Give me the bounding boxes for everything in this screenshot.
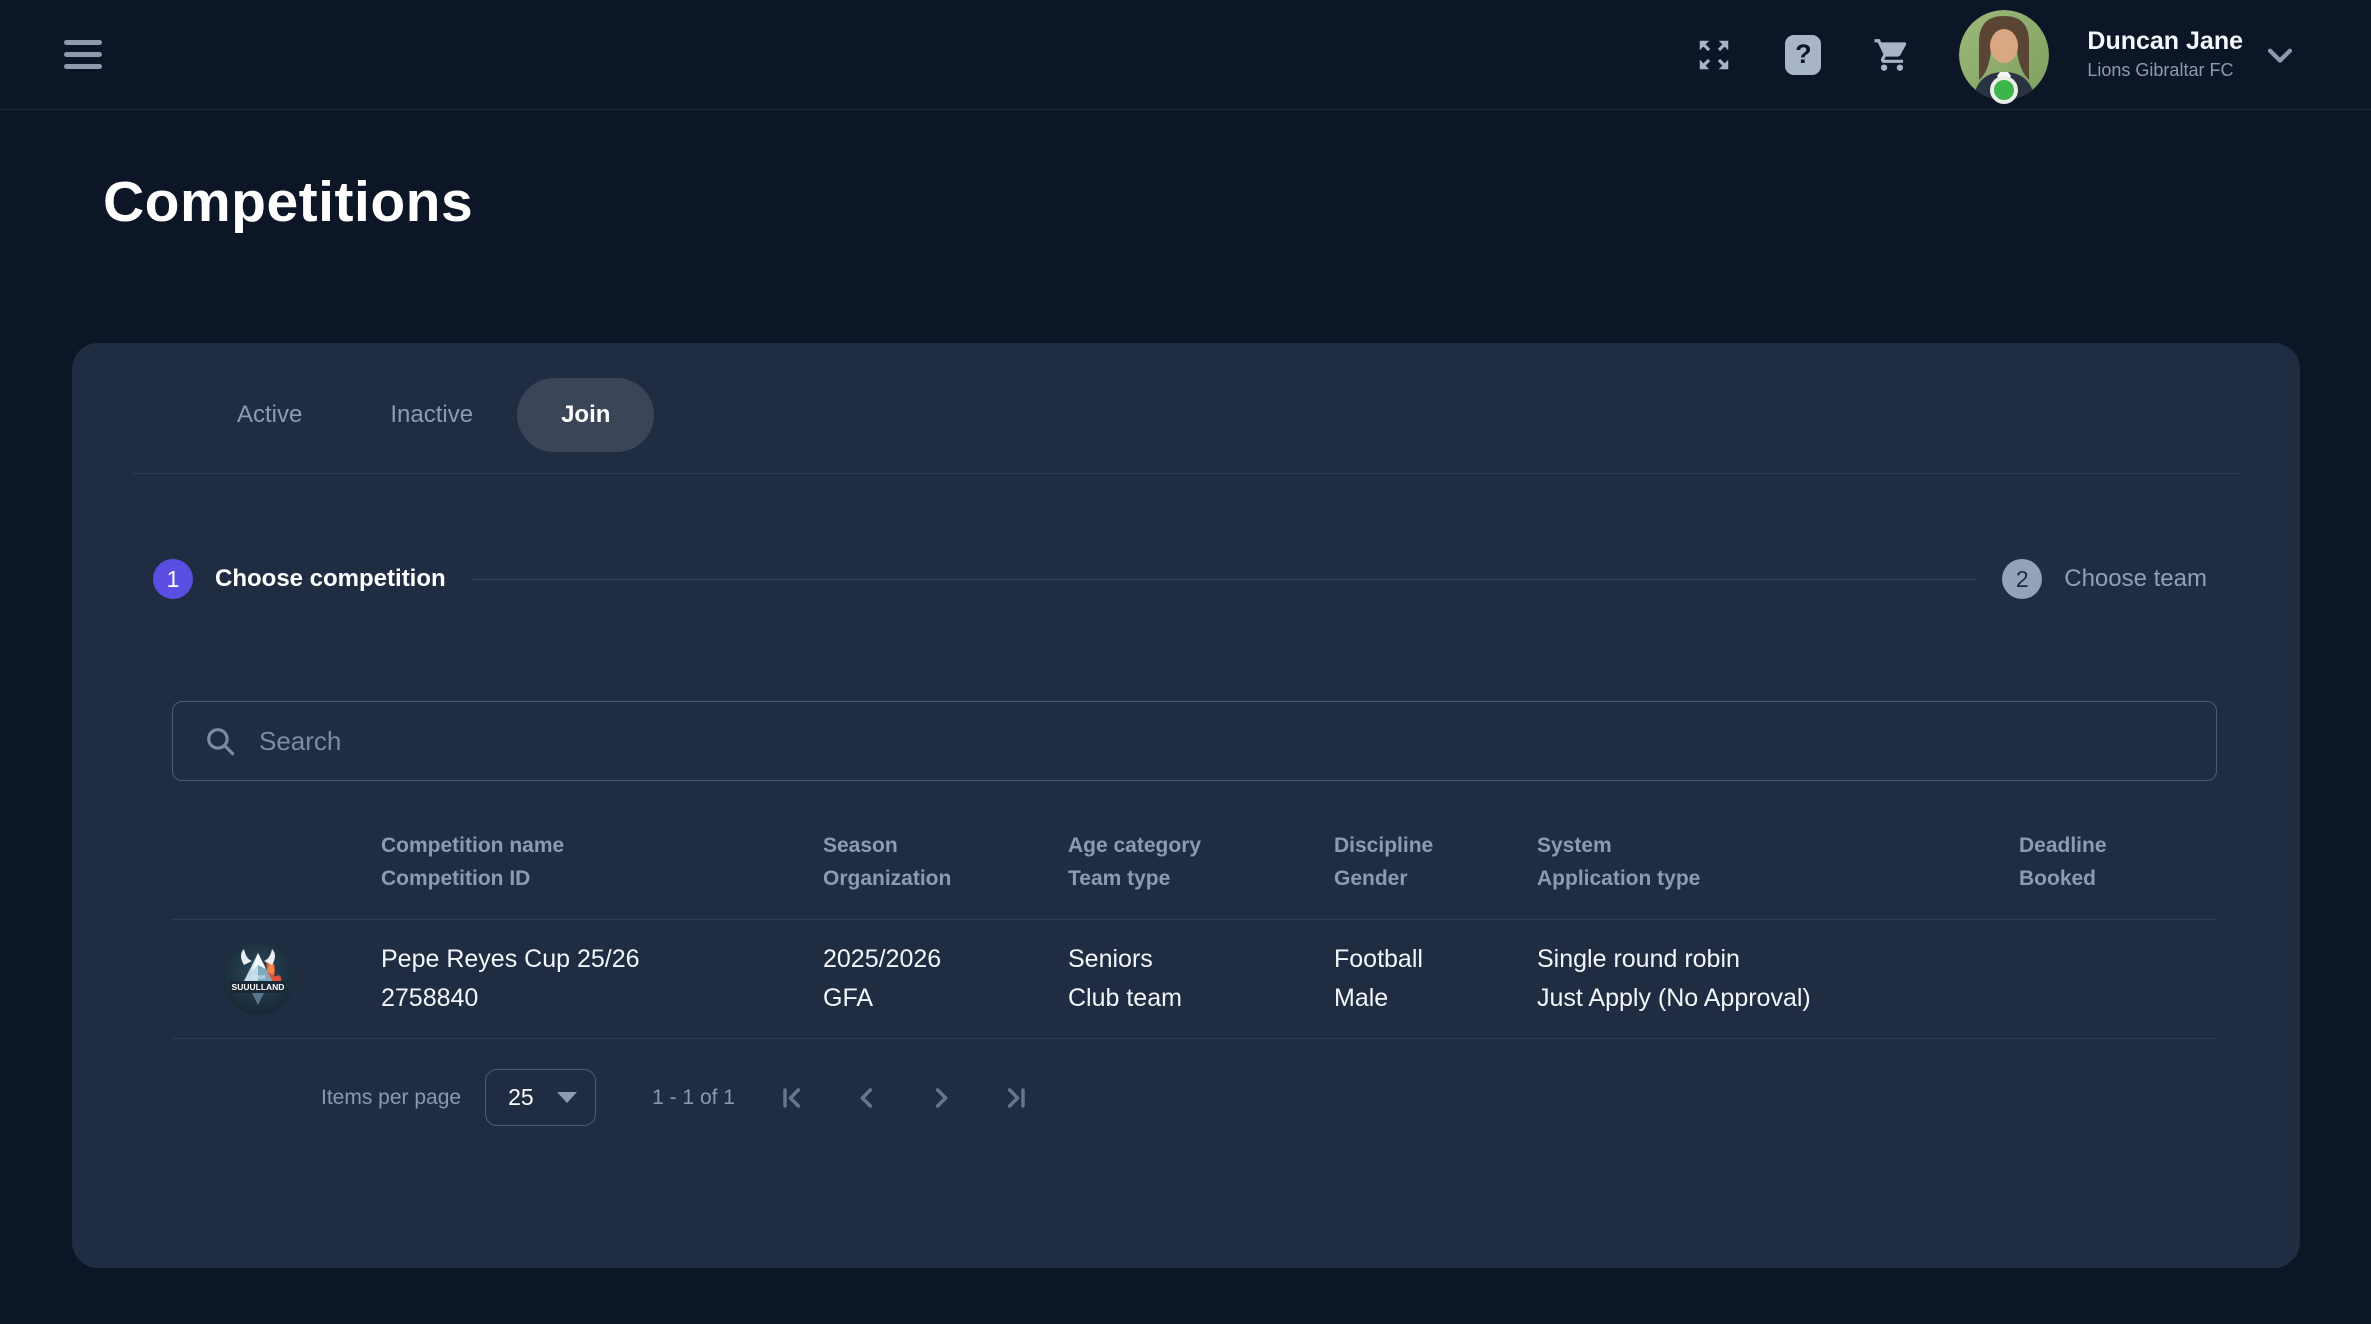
pagination-range: 1 - 1 of 1 (652, 1086, 735, 1110)
search-input[interactable] (259, 726, 2186, 757)
items-per-page-label: Items per page (321, 1086, 461, 1110)
chevron-left-icon (851, 1082, 883, 1114)
dropdown-caret-icon (557, 1092, 577, 1103)
svg-text:SUUULLAND: SUUULLAND (232, 982, 285, 992)
user-avatar[interactable] (1959, 10, 2049, 100)
header-deadline: Deadline Booked (2019, 829, 2217, 895)
header-season: Season Organization (823, 829, 1068, 895)
page-header: Competitions (0, 110, 2371, 293)
next-page-button[interactable] (925, 1082, 957, 1114)
cell-season: 2025/2026 GFA (823, 940, 1068, 1018)
tab-bar: Active Inactive Join (193, 378, 2300, 452)
cell-discipline: Football Male (1334, 940, 1537, 1018)
season: 2025/2026 (823, 940, 1068, 979)
competition-name: Pepe Reyes Cup 25/26 (381, 940, 823, 979)
chevron-down-icon (2263, 38, 2297, 72)
header-discipline: Discipline Gender (1334, 829, 1537, 895)
team-logo: TEAM SUUULLAND (222, 943, 294, 1015)
menu-button[interactable] (60, 36, 106, 73)
fullscreen-button[interactable] (1695, 36, 1733, 74)
first-page-icon (777, 1082, 809, 1114)
age-category: Seniors (1068, 940, 1334, 979)
tab-active[interactable]: Active (193, 378, 346, 452)
team-type: Club team (1068, 979, 1334, 1018)
page-size-value: 25 (508, 1084, 534, 1111)
cart-button[interactable] (1873, 36, 1911, 74)
previous-page-button[interactable] (851, 1082, 883, 1114)
page-title: Competitions (103, 169, 473, 235)
topbar: ? (0, 0, 2371, 110)
tab-divider (132, 473, 2240, 474)
application-type: Just Apply (No Approval) (1537, 979, 2019, 1018)
user-menu[interactable]: Duncan Jane Lions Gibraltar FC (2087, 26, 2243, 83)
step-1-label: Choose competition (215, 565, 446, 593)
cell-competition: Pepe Reyes Cup 25/26 2758840 (381, 940, 823, 1018)
first-page-button[interactable] (777, 1082, 809, 1114)
help-icon: ? (1785, 35, 1821, 75)
tab-inactive[interactable]: Inactive (346, 378, 517, 452)
hamburger-icon (64, 40, 102, 45)
stepper: 1 Choose competition 2 Choose team (153, 559, 2207, 599)
header-system: System Application type (1537, 829, 2019, 895)
topbar-actions: ? (1643, 10, 2297, 100)
tab-join[interactable]: Join (517, 378, 654, 452)
user-organization: Lions Gibraltar FC (2087, 59, 2243, 82)
gender: Male (1334, 979, 1537, 1018)
step-choose-competition[interactable]: 1 Choose competition (153, 559, 446, 599)
cell-system: Single round robin Just Apply (No Approv… (1537, 940, 2019, 1018)
last-page-icon (999, 1082, 1031, 1114)
pagination: Items per page 25 1 - 1 of 1 (172, 1069, 2217, 1126)
step-choose-team[interactable]: 2 Choose team (2002, 559, 2207, 599)
header-competition: Competition name Competition ID (381, 829, 823, 895)
table-row[interactable]: TEAM SUUULLAND Pepe Reyes Cup 25/26 2758… (172, 919, 2217, 1039)
competitions-card: Active Inactive Join 1 Choose competitio… (72, 343, 2300, 1268)
step-2-circle: 2 (2002, 559, 2042, 599)
svg-text:TEAM: TEAM (251, 975, 265, 981)
cell-age-category: Seniors Club team (1068, 940, 1334, 1018)
discipline: Football (1334, 940, 1537, 979)
fullscreen-icon (1695, 36, 1733, 74)
table-header-row: Competition name Competition ID Season O… (172, 829, 2217, 919)
last-page-button[interactable] (999, 1082, 1031, 1114)
header-age-category: Age category Team type (1068, 829, 1334, 895)
search-icon (203, 724, 237, 758)
system: Single round robin (1537, 940, 2019, 979)
organization: GFA (823, 979, 1068, 1018)
search-box (172, 701, 2217, 781)
user-name: Duncan Jane (2087, 26, 2243, 57)
cart-icon (1873, 36, 1911, 74)
step-1-circle: 1 (153, 559, 193, 599)
chevron-right-icon (925, 1082, 957, 1114)
step-connector (472, 579, 1977, 580)
help-button[interactable]: ? (1785, 35, 1821, 75)
step-2-label: Choose team (2064, 565, 2207, 593)
user-menu-toggle[interactable] (2263, 38, 2297, 72)
online-status-dot (1990, 76, 2018, 104)
page-size-select[interactable]: 25 (485, 1069, 596, 1126)
competition-id: 2758840 (381, 979, 823, 1018)
competitions-table: Competition name Competition ID Season O… (172, 829, 2217, 1126)
